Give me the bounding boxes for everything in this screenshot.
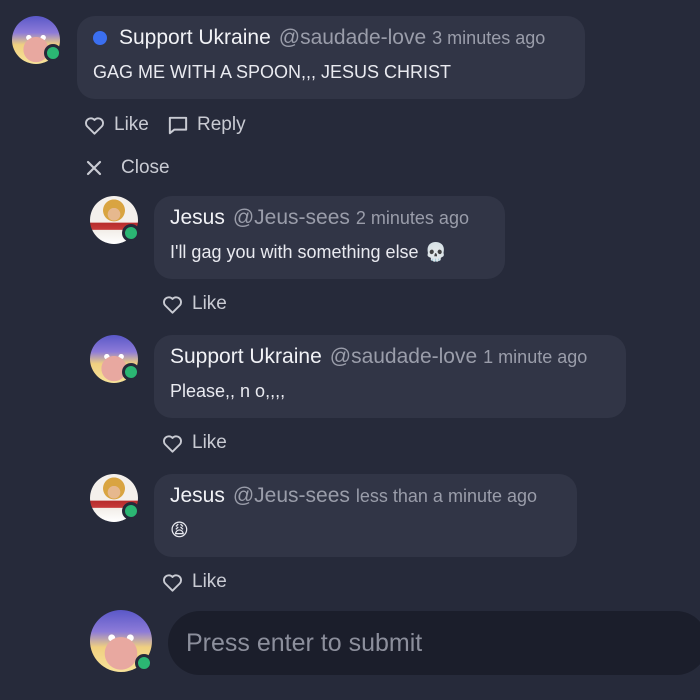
- reply-header: Jesus @Jeus-sees 2 minutes ago: [170, 206, 489, 230]
- heart-icon: [163, 573, 182, 592]
- timestamp: less than a minute ago: [355, 486, 538, 506]
- weary-face-emoji: 😩: [170, 520, 189, 540]
- like-button[interactable]: Like: [84, 114, 149, 136]
- comment-header: Support Ukraine @saudade-love 3 minutes …: [93, 26, 569, 50]
- like-button[interactable]: Like: [162, 293, 227, 315]
- close-replies-button[interactable]: Close: [86, 157, 170, 179]
- avatar[interactable]: [90, 196, 140, 244]
- like-label: Like: [114, 114, 149, 135]
- heart-icon: [85, 116, 104, 135]
- reply-bubble: Support Ukraine @saudade-love 1 minute a…: [154, 335, 626, 418]
- author-name[interactable]: Jesus: [170, 484, 225, 508]
- online-status-icon: [122, 224, 140, 242]
- reply-button[interactable]: Reply: [168, 114, 246, 136]
- reply-input[interactable]: [184, 627, 692, 659]
- author-handle[interactable]: @Jeus-sees: [233, 484, 350, 508]
- author-name[interactable]: Support Ukraine: [170, 345, 322, 369]
- author-name[interactable]: Jesus: [170, 206, 225, 230]
- like-label: Like: [192, 432, 227, 453]
- current-user-avatar[interactable]: [90, 610, 153, 672]
- reply-text: I'll gag you with something else 💀: [170, 242, 489, 263]
- reply-text: 😩: [170, 520, 561, 541]
- avatar[interactable]: [12, 16, 62, 64]
- reply-text-content: I'll gag you with something else: [170, 242, 419, 262]
- reply-label: Reply: [197, 114, 246, 135]
- comment-bubble: Support Ukraine @saudade-love 3 minutes …: [77, 16, 585, 99]
- author-handle[interactable]: @saudade-love: [279, 26, 426, 50]
- reply-header: Jesus @Jeus-sees less than a minute ago: [170, 484, 561, 508]
- author-handle[interactable]: @saudade-love: [330, 345, 477, 369]
- online-status-icon: [44, 44, 62, 62]
- online-status-icon: [135, 654, 153, 672]
- online-status-icon: [122, 363, 140, 381]
- like-button[interactable]: Like: [162, 432, 227, 454]
- timestamp: 2 minutes ago: [355, 208, 469, 228]
- close-label: Close: [121, 157, 170, 178]
- comment-icon: [168, 116, 188, 134]
- timestamp: 1 minute ago: [483, 347, 588, 367]
- avatar[interactable]: [90, 335, 140, 383]
- reply-header: Support Ukraine @saudade-love 1 minute a…: [170, 345, 610, 369]
- like-label: Like: [192, 293, 227, 314]
- reply-text: Please,, n o,,,,: [170, 381, 286, 401]
- author-name[interactable]: Support Ukraine: [119, 26, 271, 50]
- author-handle[interactable]: @Jeus-sees: [233, 206, 350, 230]
- timestamp: 3 minutes ago: [432, 28, 546, 48]
- comment-thread: Support Ukraine @saudade-love 3 minutes …: [0, 0, 700, 700]
- reply-bubble: Jesus @Jeus-sees less than a minute ago …: [154, 474, 577, 557]
- heart-icon: [163, 295, 182, 314]
- online-status-icon: [122, 502, 140, 520]
- skull-emoji: 💀: [424, 242, 447, 262]
- like-button[interactable]: Like: [162, 571, 227, 593]
- like-label: Like: [192, 571, 227, 592]
- comment-text: GAG ME WITH A SPOON,,, JESUS CHRIST: [93, 62, 452, 82]
- close-icon: [86, 160, 102, 176]
- reply-composer[interactable]: [168, 611, 700, 675]
- avatar[interactable]: [90, 474, 140, 522]
- reply-bubble: Jesus @Jeus-sees 2 minutes ago I'll gag …: [154, 196, 505, 279]
- heart-icon: [163, 434, 182, 453]
- unread-dot-icon: [93, 31, 107, 45]
